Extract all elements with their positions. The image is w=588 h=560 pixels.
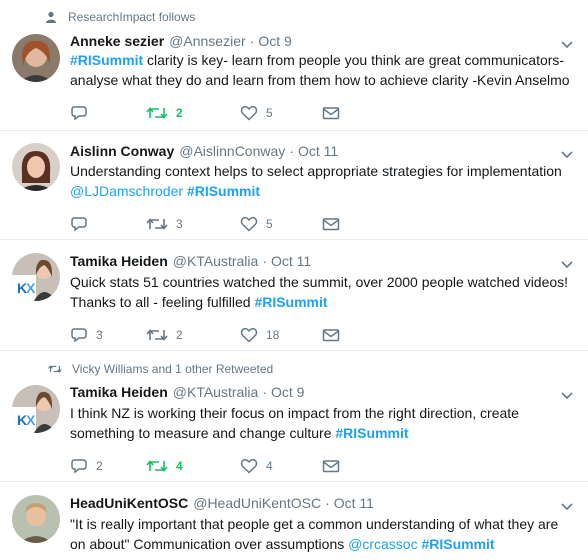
chevron-down-icon[interactable] [560,499,574,513]
author-name[interactable]: Anneke sezier [70,33,164,49]
tweet-header: Tamika Heiden @KTAustralia · Oct 9 [70,384,304,400]
retweet-button[interactable]: 4 [146,458,240,474]
tweet-context: ResearchImpact follows [44,10,195,24]
author-handle[interactable]: @HeadUniKentOSC [193,495,321,511]
retweet-icon [146,458,168,474]
hashtag[interactable]: #RISummit [421,536,494,552]
chevron-down-icon[interactable] [560,257,574,271]
like-button[interactable]: 5 [240,105,322,121]
dm-button[interactable] [322,458,340,474]
author-handle[interactable]: @KTAustralia [173,253,259,269]
separator: · [249,33,255,49]
mention[interactable]: @crcassoc [348,536,417,552]
hashtag[interactable]: #RISummit [254,294,327,310]
dm-button[interactable] [322,105,340,121]
context-label[interactable]: Vicky Williams and 1 other Retweeted [72,362,273,376]
like-icon [240,216,258,232]
avatar[interactable]: KX [12,385,60,433]
tweet-header: Aislinn Conway @AislinnConway · Oct 11 [70,143,338,159]
separator: · [325,495,330,511]
reply-icon [70,458,88,474]
avatar[interactable] [12,34,60,82]
person-icon [44,10,58,24]
hashtag[interactable]: #RISummit [70,52,143,68]
svg-text:X: X [26,412,36,428]
like-button[interactable]: 5 [240,216,322,232]
author-name[interactable]: Aislinn Conway [70,143,174,159]
timestamp[interactable]: Oct 9 [258,33,291,49]
reply-button[interactable]: 3 [70,327,146,343]
like-icon [240,105,258,121]
retweet-icon [48,362,62,376]
tweet-text: Quick stats 51 countries watched the sum… [70,274,569,310]
author-handle[interactable]: @Annsezier [169,33,245,49]
reply-button[interactable]: 2 [70,458,146,474]
like-icon [240,458,258,474]
tweet-text: I think NZ is working their focus on imp… [70,405,519,441]
hashtag[interactable]: #RISummit [187,183,260,199]
timestamp[interactable]: Oct 11 [271,253,311,269]
chevron-down-icon[interactable] [560,37,574,51]
tweet-actions: 3 5 [70,216,340,232]
reply-icon [70,327,88,343]
tweet-text: "It is really important that people get … [70,516,559,552]
dm-button[interactable] [322,327,340,343]
tweet-context: Vicky Williams and 1 other Retweeted [48,362,273,376]
author-handle[interactable]: @KTAustralia [173,384,259,400]
hashtag[interactable]: #RISummit [335,425,408,441]
avatar[interactable] [12,143,60,191]
separator: · [262,253,267,269]
context-label[interactable]: ResearchImpact follows [68,10,195,24]
tweet-text: #RISummit clarity is key- learn from peo… [70,52,570,88]
svg-text:X: X [26,280,36,296]
like-button[interactable]: 18 [240,327,322,343]
tweet-header: Tamika Heiden @KTAustralia · Oct 11 [70,253,311,269]
timestamp[interactable]: Oct 11 [334,495,374,511]
timestamp[interactable]: Oct 11 [298,143,338,159]
author-name[interactable]: HeadUniKentOSC [70,495,188,511]
reply-button[interactable] [70,105,146,121]
avatar[interactable]: KX [12,253,60,301]
tweet-actions: 3 2 18 [70,327,340,343]
tweet-header: HeadUniKentOSC @HeadUniKentOSC · Oct 11 [70,495,374,511]
tweet-1[interactable]: ResearchImpact follows Anneke sezier @An… [0,0,588,131]
retweet-button[interactable]: 2 [146,327,240,343]
like-icon [240,327,258,343]
tweet-3[interactable]: KX Tamika Heiden @KTAustralia · Oct 11 Q… [0,240,588,351]
reply-icon [70,105,88,121]
author-name[interactable]: Tamika Heiden [70,253,168,269]
dm-button[interactable] [322,216,340,232]
dm-icon [322,216,340,232]
tweet-text: Understanding context helps to select ap… [70,163,562,199]
like-button[interactable]: 4 [240,458,322,474]
tweet-5[interactable]: HeadUniKentOSC @HeadUniKentOSC · Oct 11 … [0,482,588,560]
retweet-button[interactable]: 3 [146,216,240,232]
retweet-button[interactable]: 2 [146,105,240,121]
timestamp[interactable]: Oct 9 [271,384,304,400]
reply-button[interactable] [70,216,146,232]
tweet-2[interactable]: Aislinn Conway @AislinnConway · Oct 11 U… [0,131,588,240]
retweet-icon [146,216,168,232]
tweet-4[interactable]: Vicky Williams and 1 other Retweeted KX … [0,351,588,482]
mention[interactable]: @LJDamschroder [70,183,183,199]
tweet-actions: 2 4 4 [70,458,340,474]
tweet-actions: 2 5 [70,105,340,121]
chevron-down-icon[interactable] [560,147,574,161]
chevron-down-icon[interactable] [560,388,574,402]
separator: · [289,143,294,159]
separator: · [262,384,267,400]
author-handle[interactable]: @AislinnConway [179,143,285,159]
dm-icon [322,458,340,474]
tweet-header: Anneke sezier @Annsezier · Oct 9 [70,33,292,49]
retweet-icon [146,327,168,343]
retweet-icon [146,105,168,121]
dm-icon [322,327,340,343]
author-name[interactable]: Tamika Heiden [70,384,168,400]
dm-icon [322,105,340,121]
avatar[interactable] [12,495,60,543]
reply-icon [70,216,88,232]
